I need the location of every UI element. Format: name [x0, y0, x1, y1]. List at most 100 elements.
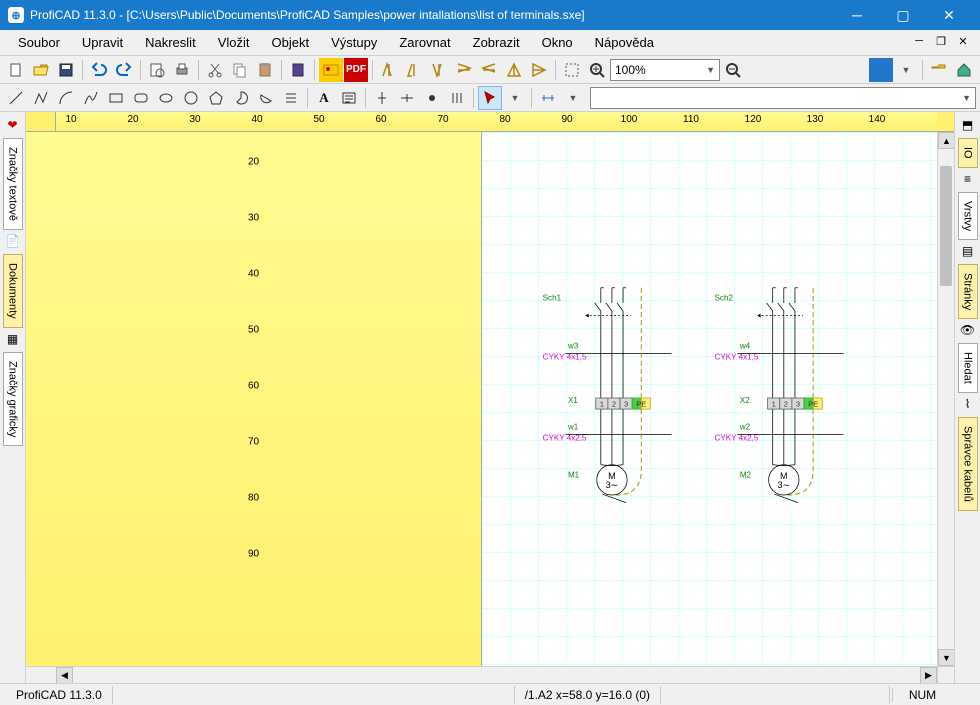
object-combo[interactable]: ▼ — [590, 87, 976, 109]
vertical-ruler[interactable]: 2030405060708090 — [26, 132, 482, 666]
scroll-right-button[interactable]: ▶ — [920, 667, 937, 683]
menu-zobrazit[interactable]: Zobrazit — [463, 32, 530, 53]
print-button[interactable] — [170, 58, 194, 82]
clipboard-button[interactable] — [286, 58, 310, 82]
arc-tool[interactable] — [54, 86, 78, 110]
io-icon[interactable]: ⬒ — [959, 116, 977, 134]
dim2-tool[interactable] — [395, 86, 419, 110]
app-icon: ⊕ — [8, 7, 24, 23]
zoom-combo[interactable]: 100%▼ — [610, 59, 720, 81]
spline-tool[interactable] — [79, 86, 103, 110]
mdi-minimize-button[interactable]: ─ — [910, 35, 928, 51]
cut-button[interactable] — [203, 58, 227, 82]
svg-text:w2: w2 — [739, 422, 751, 431]
window-title: ProfiCAD 11.3.0 - [C:\Users\Public\Docum… — [30, 8, 834, 22]
folder-button[interactable] — [927, 58, 951, 82]
measure-tool[interactable] — [536, 86, 560, 110]
text-tool[interactable]: A — [312, 86, 336, 110]
doc-icon[interactable]: 📄 — [4, 232, 22, 250]
mirror-h1-button[interactable] — [377, 58, 401, 82]
svg-text:X1: X1 — [568, 396, 578, 405]
save-button[interactable] — [54, 58, 78, 82]
cable-icon[interactable]: ⌇ — [959, 395, 977, 413]
vertical-scrollbar[interactable]: ▲ ▼ — [937, 132, 954, 666]
heart-icon[interactable]: ❤ — [4, 116, 22, 134]
tab-hledat[interactable]: Hledat — [958, 343, 978, 393]
open-button[interactable] — [29, 58, 53, 82]
mirror-h3-button[interactable] — [427, 58, 451, 82]
horizontal-ruler[interactable]: 102030405060708090100110120130140 — [56, 112, 937, 132]
circle-tool[interactable] — [179, 86, 203, 110]
image-export-button[interactable] — [319, 58, 343, 82]
mirror-v2-button[interactable] — [477, 58, 501, 82]
measure-dd[interactable]: ▼ — [561, 86, 585, 110]
bus-tool[interactable] — [445, 86, 469, 110]
menu-napoveda[interactable]: Nápověda — [585, 32, 664, 53]
layers-icon[interactable]: ≡ — [959, 170, 977, 188]
search-icon[interactable]: 👁 — [959, 321, 977, 339]
menu-nakreslit[interactable]: Nakreslit — [135, 32, 206, 53]
paste-button[interactable] — [253, 58, 277, 82]
horizontal-scrollbar[interactable]: ◀ ▶ — [56, 666, 937, 683]
ellipse-tool[interactable] — [154, 86, 178, 110]
menu-soubor[interactable]: Soubor — [8, 32, 70, 53]
menu-vlozit[interactable]: Vložit — [208, 32, 260, 53]
textbox-tool[interactable] — [337, 86, 361, 110]
copy-button[interactable] — [228, 58, 252, 82]
undo-button[interactable] — [87, 58, 111, 82]
hatch-tool[interactable] — [279, 86, 303, 110]
rect-tool[interactable] — [104, 86, 128, 110]
scroll-up-button[interactable]: ▲ — [938, 132, 954, 149]
tab-spravce-kabelu[interactable]: Správce kabelů — [958, 417, 978, 511]
tab-dokumenty[interactable]: Dokumenty — [3, 254, 23, 328]
roundrect-tool[interactable] — [129, 86, 153, 110]
color-dd-button[interactable]: ▼ — [894, 58, 918, 82]
polygon-tool[interactable] — [204, 86, 228, 110]
pie-tool[interactable] — [229, 86, 253, 110]
drawing-canvas[interactable]: Sch1w3CYKY 4x1,5X1w1CYKY 4x2,5M1123PEM3∼… — [482, 132, 937, 666]
tab-znacky-graficky[interactable]: Značky graficky — [3, 352, 23, 446]
dim1-tool[interactable] — [370, 86, 394, 110]
chord-tool[interactable] — [254, 86, 278, 110]
zoom-out-button[interactable] — [721, 58, 745, 82]
maximize-button[interactable]: ▢ — [880, 0, 926, 30]
close-button[interactable]: ✕ — [926, 0, 972, 30]
menu-zarovnat[interactable]: Zarovnat — [389, 32, 460, 53]
menu-okno[interactable]: Okno — [532, 32, 583, 53]
select-tool[interactable] — [478, 86, 502, 110]
tab-stranky[interactable]: Stránky — [958, 264, 978, 319]
color1-button[interactable] — [869, 58, 893, 82]
shapes-icon[interactable]: ▦ — [4, 330, 22, 348]
pages-icon[interactable]: ▤ — [959, 242, 977, 260]
menu-vystupy[interactable]: Výstupy — [321, 32, 387, 53]
flip2-button[interactable] — [527, 58, 551, 82]
junction-tool[interactable] — [420, 86, 444, 110]
mirror-h2-button[interactable] — [402, 58, 426, 82]
line-tool[interactable] — [4, 86, 28, 110]
menu-objekt[interactable]: Objekt — [261, 32, 319, 53]
svg-text:PE: PE — [636, 400, 646, 409]
tab-vrstvy[interactable]: Vrstvy — [958, 192, 978, 240]
zoom-window-button[interactable] — [560, 58, 584, 82]
polyline-tool[interactable] — [29, 86, 53, 110]
mdi-restore-button[interactable]: ❐ — [932, 35, 950, 51]
mdi-close-button[interactable]: ✕ — [954, 35, 972, 51]
home-button[interactable] — [952, 58, 976, 82]
menu-upravit[interactable]: Upravit — [72, 32, 133, 53]
select-dd[interactable]: ▼ — [503, 86, 527, 110]
redo-button[interactable] — [112, 58, 136, 82]
mirror-v1-button[interactable] — [452, 58, 476, 82]
svg-text:M: M — [780, 471, 788, 481]
pdf-export-button[interactable]: PDF — [344, 58, 368, 82]
new-button[interactable] — [4, 58, 28, 82]
tab-znacky-textove[interactable]: Značky textově — [3, 138, 23, 230]
svg-text:M2: M2 — [740, 470, 752, 479]
right-dock: ⬒ IO ≡ Vrstvy ▤ Stránky 👁 Hledat ⌇ Správ… — [954, 112, 980, 683]
scroll-down-button[interactable]: ▼ — [938, 649, 954, 666]
zoom-in-button[interactable] — [585, 58, 609, 82]
minimize-button[interactable]: ─ — [834, 0, 880, 30]
flip-button[interactable] — [502, 58, 526, 82]
print-preview-button[interactable] — [145, 58, 169, 82]
scroll-left-button[interactable]: ◀ — [56, 667, 73, 683]
tab-io[interactable]: IO — [958, 138, 978, 168]
